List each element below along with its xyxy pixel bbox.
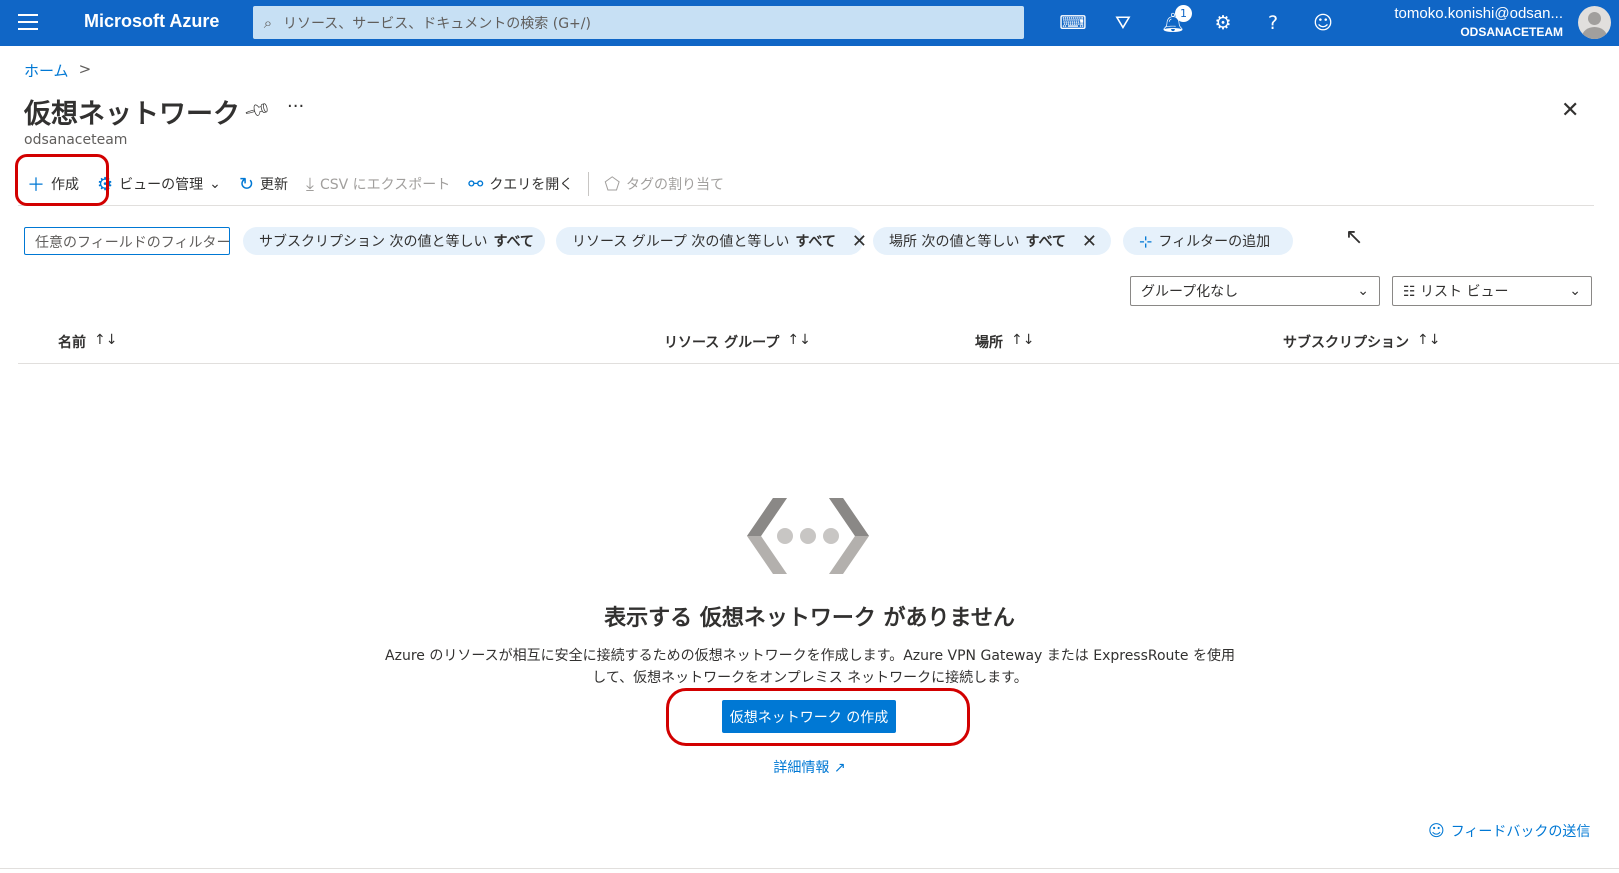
tag-icon: ⬠ — [604, 173, 620, 195]
column-header-resource-group[interactable]: リソース グループ ↑↓ — [664, 332, 811, 352]
hamburger-menu-icon[interactable] — [18, 14, 38, 30]
resource-group-filter-pill[interactable]: リソース グループ 次の値と等しい すべて ✕ — [556, 227, 867, 255]
sort-icon: ↑↓ — [1417, 332, 1441, 348]
column-header-subscription[interactable]: サブスクリプション ↑↓ — [1283, 332, 1440, 352]
virtual-network-icon — [747, 498, 869, 574]
add-filter-icon: ⊹ — [1139, 231, 1153, 251]
gear-icon[interactable]: ⚙ — [1198, 8, 1248, 38]
external-link-icon: ↗ — [833, 760, 846, 776]
query-icon: ⚯ — [468, 173, 484, 195]
table-header: 名前 ↑↓ リソース グループ ↑↓ 場所 ↑↓ サブスクリプション ↑↓ — [18, 320, 1619, 364]
add-filter-button[interactable]: ⊹ フィルターの追加 — [1123, 227, 1293, 255]
remove-filter-icon[interactable]: ✕ — [852, 231, 867, 252]
bell-icon[interactable]: 🔔︎ 1 — [1148, 5, 1198, 38]
toolbar-divider-line — [18, 205, 1594, 206]
chevron-down-icon: ⌄ — [1569, 283, 1581, 299]
send-feedback-link[interactable]: ☺ フィードバックの送信 — [1428, 821, 1590, 841]
brand-title[interactable]: Microsoft Azure — [84, 11, 219, 32]
breadcrumb: ホーム > — [24, 60, 91, 81]
manage-view-button[interactable]: ⚙ ビューの管理 ⌄ — [88, 168, 230, 200]
sort-icon: ↑↓ — [787, 332, 811, 348]
refresh-button[interactable]: ↻ 更新 — [230, 168, 297, 200]
breadcrumb-home[interactable]: ホーム — [24, 60, 69, 81]
directory-filter-icon[interactable]: ⛛ — [1098, 8, 1148, 38]
cloud-shell-icon[interactable]: ⌨ — [1048, 8, 1098, 38]
location-filter-pill[interactable]: 場所 次の値と等しい すべて ✕ — [873, 227, 1111, 255]
page-title: 仮想ネットワーク — [24, 99, 240, 130]
chevron-down-icon: ⌄ — [1357, 283, 1369, 299]
column-header-location[interactable]: 場所 ↑↓ — [975, 332, 1034, 352]
view-dropdown[interactable]: ☷ リスト ビュー ⌄ — [1392, 276, 1592, 306]
empty-state-description: Azure のリソースが相互に安全に接続するための仮想ネットワークを作成します。… — [385, 648, 1235, 686]
refresh-icon: ↻ — [238, 173, 254, 195]
avatar[interactable] — [1578, 6, 1611, 39]
sort-icon: ↑↓ — [1011, 332, 1035, 348]
subscription-filter-pill[interactable]: サブスクリプション 次の値と等しい すべて — [243, 227, 545, 255]
export-csv-button[interactable]: ⤓ CSV にエクスポート — [297, 168, 459, 200]
grouping-dropdown[interactable]: グループ化なし ⌄ — [1130, 276, 1380, 306]
command-bar: ＋ 作成 ⚙ ビューの管理 ⌄ ↻ 更新 ⤓ CSV にエクスポート ⚯ クエリ… — [18, 166, 733, 202]
empty-state-title: 表示する 仮想ネットワーク がありません — [604, 606, 1015, 631]
toolbar-divider — [588, 172, 590, 196]
highlight-create-annotation — [15, 154, 109, 206]
bottom-divider — [0, 868, 1619, 869]
close-icon[interactable]: ✕ — [1561, 98, 1579, 123]
user-email: tomoko.konishi@odsan... — [1394, 5, 1563, 22]
feedback-icon: ☺ — [1428, 821, 1445, 840]
learn-more-link[interactable]: 詳細情報 ↗ — [0, 757, 1619, 777]
assign-tags-button[interactable]: ⬠ タグの割り当て — [595, 168, 733, 200]
download-icon: ⤓ — [305, 173, 314, 195]
chevron-right-icon: > — [78, 60, 92, 78]
account-menu[interactable]: tomoko.konishi@odsan... ODSANACETEAM — [1394, 5, 1563, 39]
more-options-icon[interactable]: ··· — [287, 96, 304, 117]
search-input[interactable]: ⌕ リソース、サービス、ドキュメントの検索 (G+/) — [253, 6, 1024, 39]
mouse-cursor-icon: ↖ — [1345, 225, 1364, 250]
search-icon: ⌕ — [263, 13, 273, 32]
sort-icon: ↑↓ — [94, 332, 118, 348]
feedback-icon[interactable]: ☺ — [1298, 8, 1348, 38]
search-placeholder: リソース、サービス、ドキュメントの検索 (G+/) — [283, 15, 591, 32]
remove-filter-icon[interactable]: ✕ — [1082, 231, 1097, 252]
top-bar: Microsoft Azure ⌕ リソース、サービス、ドキュメントの検索 (G… — [0, 0, 1619, 46]
page-subtitle: odsanaceteam — [24, 132, 128, 148]
pin-icon[interactable]: 📌︎ — [242, 96, 272, 126]
chevron-down-icon: ⌄ — [209, 176, 221, 192]
notification-badge: 1 — [1175, 5, 1192, 22]
help-icon[interactable]: ? — [1248, 8, 1298, 38]
user-tenant: ODSANACETEAM — [1460, 25, 1563, 39]
column-header-name[interactable]: 名前 ↑↓ — [58, 332, 117, 352]
highlight-cta-annotation — [666, 688, 970, 746]
open-query-button[interactable]: ⚯ クエリを開く — [459, 168, 582, 200]
filter-input[interactable]: 任意のフィールドのフィルター... — [24, 227, 230, 255]
